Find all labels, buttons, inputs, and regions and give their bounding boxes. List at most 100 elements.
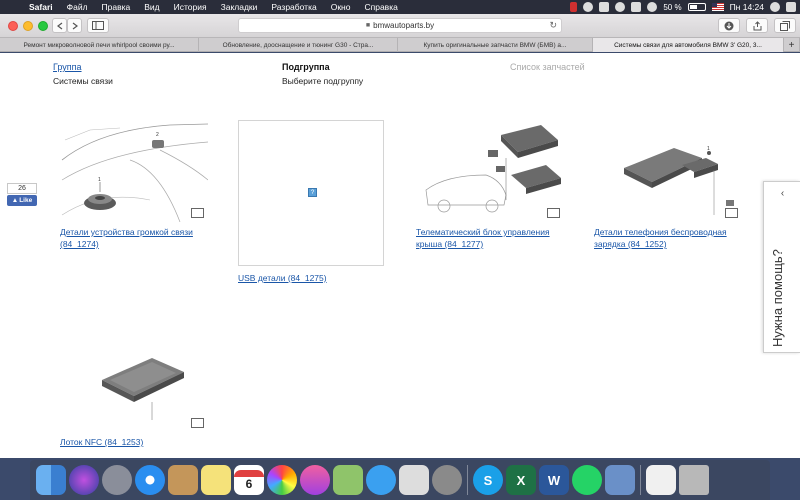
siri-status-icon[interactable] [770, 2, 780, 12]
missing-image-icon: ? [308, 188, 317, 197]
menu-bookmarks[interactable]: Закладки [214, 2, 265, 12]
thumbs-up-icon: ▲ [11, 197, 19, 204]
window-minimize-button[interactable] [23, 21, 33, 31]
display-status-icon[interactable] [599, 2, 610, 12]
menu-file[interactable]: Файл [60, 2, 95, 12]
share-button[interactable] [746, 18, 768, 33]
battery-icon[interactable] [687, 3, 706, 11]
siri-icon[interactable] [69, 465, 99, 495]
tab-title: Купить оригинальные запчасти BMW (БМВ) a… [423, 41, 567, 49]
whatsapp-icon[interactable] [572, 465, 602, 495]
menu-window[interactable]: Окно [324, 2, 358, 12]
tab-title: Системы связи для автомобиля BMW 3' G20,… [614, 41, 762, 49]
part-card[interactable]: Телематический блок управления крыша (84… [416, 120, 566, 250]
part-image[interactable] [60, 330, 208, 432]
menu-clock[interactable]: Пн 14:24 [730, 2, 764, 12]
finder-icon[interactable] [36, 465, 66, 495]
part-card[interactable]: Лоток NFC (84_1253) [60, 330, 210, 448]
facebook-like-button[interactable]: ▲ Like [7, 195, 37, 206]
facebook-like-widget: 26 ▲ Like [7, 183, 37, 206]
tabs-icon [780, 20, 790, 31]
part-card[interactable]: 1 2 Детали устройства громкой связи (84_… [60, 120, 210, 250]
maps-icon[interactable] [333, 465, 363, 495]
browser-tab[interactable]: Ремонт микроволновой печи whirlpool свои… [0, 38, 199, 52]
chevron-right-icon [72, 22, 78, 29]
trash-icon[interactable] [679, 465, 709, 495]
messages-icon[interactable] [366, 465, 396, 495]
menu-app-name[interactable]: Safari [22, 2, 60, 12]
browser-tab-active[interactable]: Системы связи для автомобиля BMW 3' G20,… [593, 38, 784, 52]
browser-toolbar: ■ bmwautoparts.by ↻ [0, 14, 800, 38]
preview-icon[interactable] [399, 465, 429, 495]
window-fullscreen-button[interactable] [38, 21, 48, 31]
address-bar[interactable]: ■ bmwautoparts.by ↻ [238, 18, 562, 33]
part-card[interactable]: 1 Детали телефония беспроводная зарядка … [594, 120, 744, 250]
part-image[interactable]: 1 2 [60, 120, 209, 223]
part-link[interactable]: USB детали (84_1275) [238, 272, 327, 284]
input-language-flag-icon[interactable] [711, 3, 724, 11]
parts-list-heading: Список запчастей [510, 62, 585, 72]
system-preferences-icon[interactable] [432, 465, 462, 495]
browser-tab[interactable]: Обновление, дооснащение и тюнинг G30 - С… [199, 38, 398, 52]
scale-icon [725, 208, 738, 218]
forward-button[interactable] [67, 18, 82, 33]
photo-viewer-icon[interactable] [605, 465, 635, 495]
skype-status-icon[interactable] [583, 2, 594, 12]
svg-text:1: 1 [707, 146, 710, 152]
photos-icon[interactable] [267, 465, 297, 495]
menu-help[interactable]: Справка [357, 2, 404, 12]
part-image[interactable] [416, 120, 564, 222]
launchpad-icon[interactable] [102, 465, 132, 495]
back-button[interactable] [52, 18, 67, 33]
window-close-button[interactable] [8, 21, 18, 31]
menu-view[interactable]: Вид [137, 2, 166, 12]
dock-separator [640, 465, 641, 495]
new-tab-button[interactable]: + [784, 38, 800, 52]
subgroup-heading: Подгруппа [282, 62, 330, 72]
svg-text:2: 2 [156, 132, 159, 138]
sidebar-icon [92, 21, 104, 30]
part-link[interactable]: Детали устройства громкой связи (84_1274… [60, 226, 210, 250]
lock-icon: ■ [365, 22, 371, 29]
part-image[interactable]: 1 [594, 120, 742, 222]
menu-history[interactable]: История [167, 2, 214, 12]
part-image-placeholder[interactable]: ? [238, 120, 384, 266]
help-widget-text: Нужна помощь? [770, 249, 785, 347]
printer-icon[interactable] [646, 465, 676, 495]
breadcrumb-subgroup: Подгруппа Выберите подгруппу [282, 62, 363, 86]
part-link[interactable]: Детали телефония беспроводная зарядка (8… [594, 226, 744, 250]
notes-icon[interactable] [168, 465, 198, 495]
timemachine-status-icon[interactable] [615, 2, 626, 12]
tab-title: Ремонт микроволновой печи whirlpool свои… [23, 41, 175, 49]
scale-icon [547, 208, 560, 218]
skype-icon[interactable]: S [473, 465, 503, 495]
stickies-icon[interactable] [201, 465, 231, 495]
part-link[interactable]: Лоток NFC (84_1253) [60, 436, 210, 448]
breadcrumb-parts-list: Список запчастей [510, 62, 585, 74]
tab-overview-button[interactable] [774, 18, 796, 33]
scale-icon [191, 418, 204, 428]
dock-separator [467, 465, 468, 495]
menu-develop[interactable]: Разработка [264, 2, 323, 12]
safari-icon[interactable] [135, 465, 165, 495]
bluetooth-status-icon[interactable] [631, 2, 642, 12]
status-app-icon[interactable] [570, 2, 578, 12]
car-interior-diagram: 1 2 [61, 123, 209, 223]
word-icon[interactable]: W [539, 465, 569, 495]
downloads-button[interactable] [718, 18, 740, 33]
help-widget[interactable]: ‹ Нужна помощь? [763, 181, 800, 353]
music-icon[interactable] [300, 465, 330, 495]
calendar-icon[interactable]: 6 [234, 465, 264, 495]
tab-title: Обновление, дооснащение и тюнинг G30 - С… [222, 41, 374, 49]
macos-menu-bar: Safari Файл Правка Вид История Закладки … [0, 0, 800, 14]
menu-edit[interactable]: Правка [95, 2, 138, 12]
reload-icon[interactable]: ↻ [549, 20, 557, 31]
wifi-status-icon[interactable] [647, 2, 658, 12]
sidebar-toggle-button[interactable] [87, 18, 109, 33]
address-url: bmwautoparts.by [373, 21, 435, 30]
excel-icon[interactable]: X [506, 465, 536, 495]
group-link[interactable]: Группа [53, 62, 113, 74]
notification-center-icon[interactable] [786, 2, 796, 12]
browser-tab[interactable]: Купить оригинальные запчасти BMW (БМВ) a… [398, 38, 593, 52]
part-link[interactable]: Телематический блок управления крыша (84… [416, 226, 566, 250]
